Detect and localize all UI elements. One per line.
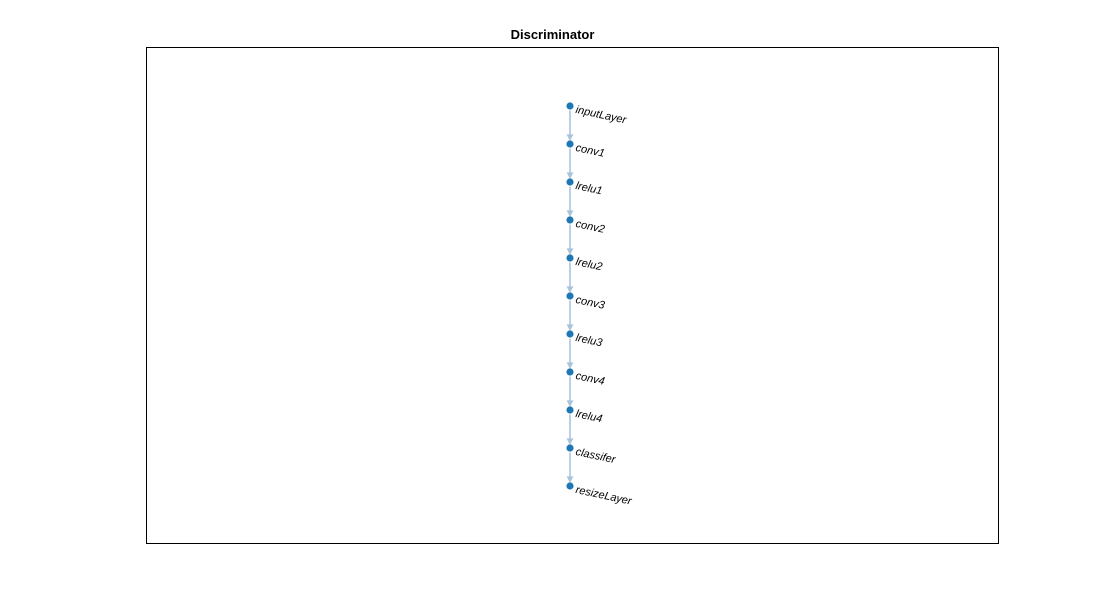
arrowhead-icon <box>567 249 572 254</box>
arrowhead-icon <box>567 173 572 178</box>
arrowhead-icon <box>567 287 572 292</box>
layer-graph: inputLayerconv1lrelu1conv2lrelu2conv3lre… <box>566 100 584 500</box>
node-resizeLayer <box>566 482 573 489</box>
node-lrelu4 <box>566 406 573 413</box>
node-lrelu3 <box>566 330 573 337</box>
arrowhead-icon <box>567 363 572 368</box>
arrowhead-icon <box>567 325 572 330</box>
node-inputLayer <box>566 102 573 109</box>
node-conv2 <box>566 216 573 223</box>
node-lrelu1 <box>566 178 573 185</box>
arrowhead-icon <box>567 401 572 406</box>
node-conv1 <box>566 140 573 147</box>
arrowhead-icon <box>567 211 572 216</box>
node-classifer <box>566 444 573 451</box>
node-conv3 <box>566 292 573 299</box>
arrowhead-icon <box>567 135 572 140</box>
arrowhead-icon <box>567 439 572 444</box>
arrowhead-icon <box>567 477 572 482</box>
node-lrelu2 <box>566 254 573 261</box>
chart-title: Discriminator <box>0 27 1105 42</box>
node-conv4 <box>566 368 573 375</box>
figure: Discriminator inputLayerconv1lrelu1conv2… <box>0 0 1105 612</box>
